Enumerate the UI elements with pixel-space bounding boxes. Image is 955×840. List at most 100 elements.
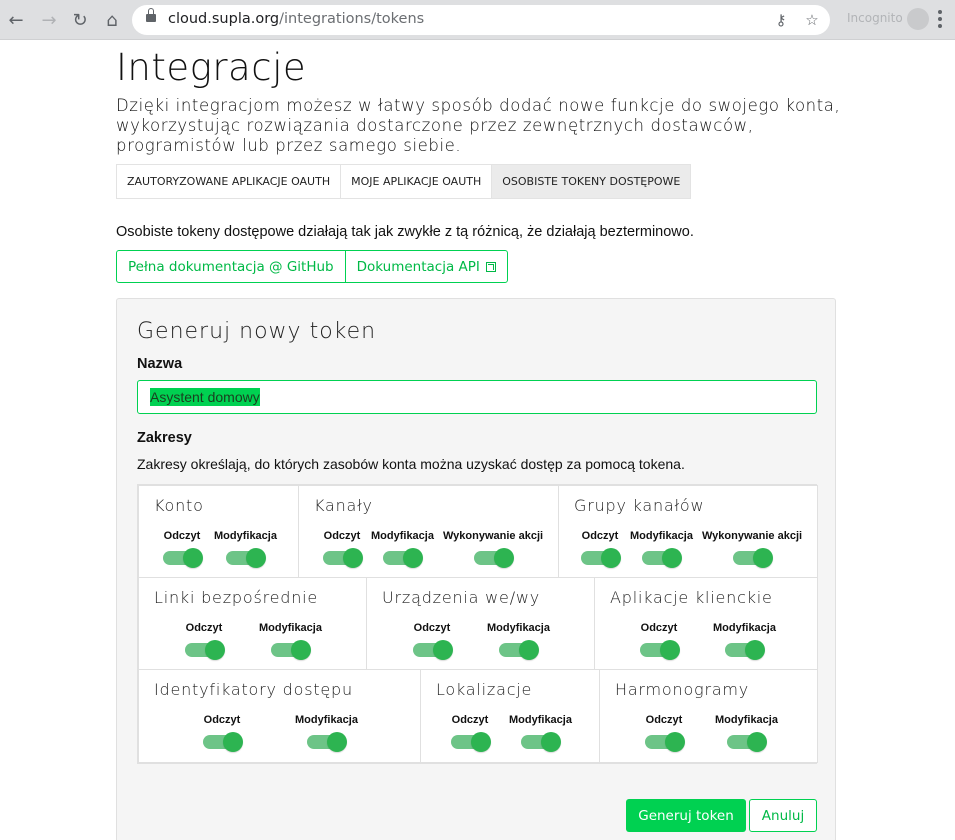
- toggle-knob: [205, 640, 225, 660]
- toggle-group: Odczyt: [185, 622, 225, 660]
- cancel-button[interactable]: Anuluj: [749, 799, 817, 832]
- back-arrow-icon[interactable]: ←: [4, 8, 28, 32]
- toggle-knob: [745, 640, 766, 660]
- tab-personal-access-tokens[interactable]: OSOBISTE TOKENY DOSTĘPOWE: [492, 165, 691, 198]
- toggle-label: Wykonywanie akcji: [702, 530, 803, 542]
- scope-channels-modify-toggle[interactable]: [383, 548, 424, 568]
- scope-title: Aplikacje klienckie: [610, 588, 773, 607]
- name-label: Nazwa: [137, 356, 183, 372]
- reload-icon[interactable]: ↻: [68, 8, 92, 32]
- toggle-label: Wykonywanie akcji: [443, 530, 544, 542]
- scopes-description: Zakresy określają, do których zasobów ko…: [137, 456, 685, 472]
- scopes-grid: Konto Odczyt Modyfikacja Kanały Odczyt M…: [137, 484, 818, 764]
- toggle-label: Odczyt: [640, 622, 678, 634]
- toggle-label: Odczyt: [581, 530, 619, 542]
- tab-authorized-oauth-apps[interactable]: ZAUTORYZOWANE APLIKACJE OAUTH: [117, 165, 342, 198]
- toggle-label: Odczyt: [323, 530, 361, 542]
- scope-io-devices-read-toggle[interactable]: [413, 640, 453, 660]
- toggle-knob: [662, 548, 683, 568]
- scope-title: Konto: [154, 496, 204, 515]
- scope-client-apps-read-toggle[interactable]: [640, 640, 680, 660]
- scope-access-ids-modify-toggle[interactable]: [307, 732, 348, 752]
- scope-locations: Lokalizacje Odczyt Modyfikacja: [420, 669, 600, 763]
- star-icon[interactable]: ☆: [801, 9, 823, 31]
- key-icon[interactable]: ⚷: [770, 9, 792, 31]
- scope-locations-read-toggle[interactable]: [451, 732, 491, 752]
- scope-channel-groups-execute-toggle[interactable]: [733, 548, 774, 568]
- toggle-knob: [541, 732, 562, 752]
- scope-access-ids-read-toggle[interactable]: [203, 732, 243, 752]
- scope-direct-links-read-toggle[interactable]: [185, 640, 225, 660]
- toggle-knob: [343, 548, 363, 568]
- scopes-label: Zakresy: [137, 430, 192, 446]
- toggle-label: Odczyt: [451, 714, 489, 726]
- scope-client-apps-modify-toggle[interactable]: [725, 640, 766, 660]
- scope-title: Kanały: [314, 496, 373, 515]
- scope-title: Harmonogramy: [615, 680, 750, 699]
- toggle-knob: [183, 548, 203, 568]
- toggle-label: Modyfikacja: [259, 622, 322, 634]
- toggle-group: Modyfikacja: [509, 714, 572, 752]
- api-docs-label: Dokumentacja API: [356, 258, 480, 275]
- toggle-label: Modyfikacja: [509, 714, 572, 726]
- menu-kebab-icon[interactable]: [938, 10, 942, 30]
- api-docs-button[interactable]: Dokumentacja API: [344, 251, 507, 282]
- toggle-knob: [519, 640, 540, 660]
- token-name-input[interactable]: Asystent domowy: [137, 380, 817, 414]
- incognito-avatar-icon[interactable]: [907, 8, 929, 30]
- scope-io-devices: Urządzenia we/wy Odczyt Modyfikacja: [366, 577, 595, 670]
- scope-account-modify-toggle[interactable]: [226, 548, 267, 568]
- scope-io-devices-modify-toggle[interactable]: [499, 640, 540, 660]
- github-docs-button[interactable]: Pełna dokumentacja @ GitHub: [117, 251, 345, 282]
- scope-locations-modify-toggle[interactable]: [521, 732, 562, 752]
- incognito-label: Incognito: [847, 11, 903, 25]
- scope-schedules-read-toggle[interactable]: [645, 732, 685, 752]
- scope-channels-read-toggle[interactable]: [323, 548, 363, 568]
- toggle-knob: [327, 732, 348, 752]
- forward-arrow-icon[interactable]: →: [37, 8, 61, 32]
- toggle-knob: [433, 640, 453, 660]
- scope-account: Konto Odczyt Modyfikacja: [138, 485, 299, 578]
- toggle-knob: [494, 548, 515, 568]
- toggle-label: Modyfikacja: [487, 622, 550, 634]
- scope-channels-execute-toggle[interactable]: [474, 548, 515, 568]
- page-intro: Dzięki integracjom możesz w łatwy sposób…: [116, 96, 841, 155]
- scope-channel-groups-modify-toggle[interactable]: [642, 548, 683, 568]
- scope-schedules-modify-toggle[interactable]: [727, 732, 768, 752]
- scope-title: Urządzenia we/wy: [382, 588, 541, 607]
- tokens-description: Osobiste tokeny dostępowe działają tak j…: [116, 224, 694, 240]
- toggle-knob: [471, 732, 491, 752]
- toggle-label: Odczyt: [185, 622, 223, 634]
- toggle-group: Odczyt: [323, 530, 363, 568]
- browser-toolbar: ← → ↻ ⌂ cloud.supla.org/integrations/tok…: [0, 0, 955, 40]
- panel-title: Generuj nowy token: [137, 319, 377, 344]
- generate-token-button[interactable]: Generuj token: [626, 799, 746, 832]
- scope-account-read-toggle[interactable]: [163, 548, 203, 568]
- scope-channel-groups: Grupy kanałów Odczyt Modyfikacja Wykonyw…: [558, 485, 818, 578]
- new-token-panel: Generuj nowy token Nazwa Asystent domowy…: [116, 298, 836, 840]
- toggle-knob: [246, 548, 267, 568]
- toggle-group: Odczyt: [203, 714, 243, 752]
- scope-title: Lokalizacje: [436, 680, 533, 699]
- scope-channel-groups-read-toggle[interactable]: [581, 548, 621, 568]
- toggle-group: Modyfikacja: [715, 714, 778, 752]
- toggle-group: Odczyt: [640, 622, 680, 660]
- toggle-group: Odczyt: [645, 714, 685, 752]
- toggle-group: Modyfikacja: [259, 622, 322, 660]
- scope-channels: Kanały Odczyt Modyfikacja Wykonywanie ak…: [298, 485, 559, 578]
- toggle-label: Modyfikacja: [713, 622, 776, 634]
- scope-direct-links-modify-toggle[interactable]: [271, 640, 312, 660]
- toggle-knob: [223, 732, 243, 752]
- toggle-label: Modyfikacja: [715, 714, 778, 726]
- home-icon[interactable]: ⌂: [100, 8, 124, 32]
- toggle-knob: [665, 732, 685, 752]
- scope-title: Grupy kanałów: [574, 496, 705, 515]
- tab-my-oauth-apps[interactable]: MOJE APLIKACJE OAUTH: [341, 165, 493, 198]
- toggle-knob: [753, 548, 774, 568]
- toggle-label: Odczyt: [163, 530, 201, 542]
- toggle-label: Odczyt: [203, 714, 241, 726]
- toggle-group: Odczyt: [451, 714, 491, 752]
- toggle-knob: [403, 548, 424, 568]
- address-bar[interactable]: cloud.supla.org/integrations/tokens ⚷ ☆: [132, 5, 830, 35]
- toggle-label: Modyfikacja: [214, 530, 277, 542]
